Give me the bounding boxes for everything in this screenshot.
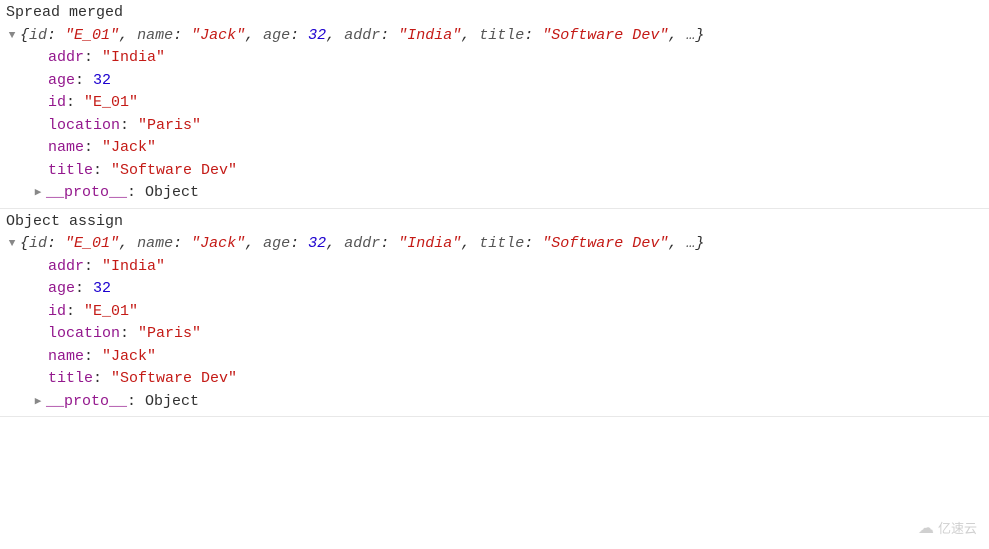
proto-key: __proto__ bbox=[46, 182, 127, 205]
object-property-row[interactable]: name: "Jack" bbox=[0, 346, 989, 369]
proto-value: Object bbox=[145, 182, 199, 205]
object-summary-text: {id: "E_01", name: "Jack", age: 32, addr… bbox=[20, 233, 704, 256]
summary-key: title bbox=[479, 235, 524, 252]
summary-key: addr bbox=[344, 235, 380, 252]
label-text: Object assign bbox=[6, 213, 123, 230]
object-property-row[interactable]: title: "Software Dev" bbox=[0, 160, 989, 183]
summary-value: "E_01" bbox=[65, 27, 119, 44]
property-value: "India" bbox=[102, 47, 165, 70]
property-value: "Software Dev" bbox=[111, 160, 237, 183]
console-log-label: Spread merged bbox=[0, 2, 989, 25]
summary-key: addr bbox=[344, 27, 380, 44]
property-key: age bbox=[48, 278, 75, 301]
proto-key: __proto__ bbox=[46, 391, 127, 414]
property-key: name bbox=[48, 137, 84, 160]
watermark: ☁ 亿速云 bbox=[918, 517, 977, 541]
summary-key: title bbox=[479, 27, 524, 44]
summary-value: 32 bbox=[308, 235, 326, 252]
summary-value: "Software Dev" bbox=[542, 27, 668, 44]
watermark-text: 亿速云 bbox=[938, 519, 977, 539]
object-property-row[interactable]: id: "E_01" bbox=[0, 92, 989, 115]
object-property-row[interactable]: location: "Paris" bbox=[0, 323, 989, 346]
property-key: id bbox=[48, 92, 66, 115]
object-property-row[interactable]: name: "Jack" bbox=[0, 137, 989, 160]
property-value: "India" bbox=[102, 256, 165, 279]
property-key: name bbox=[48, 346, 84, 369]
object-summary-row[interactable]: {id: "E_01", name: "Jack", age: 32, addr… bbox=[0, 233, 989, 256]
summary-value: "Jack" bbox=[191, 235, 245, 252]
object-property-row[interactable]: addr: "India" bbox=[0, 47, 989, 70]
property-key: title bbox=[48, 160, 93, 183]
disclosure-triangle-icon[interactable] bbox=[32, 185, 44, 202]
label-text: Spread merged bbox=[6, 4, 123, 21]
summary-key: name bbox=[137, 27, 173, 44]
property-value: "Paris" bbox=[138, 323, 201, 346]
object-property-row[interactable]: location: "Paris" bbox=[0, 115, 989, 138]
object-summary-row[interactable]: {id: "E_01", name: "Jack", age: 32, addr… bbox=[0, 25, 989, 48]
console-log-label: Object assign bbox=[0, 211, 989, 234]
object-property-row[interactable]: id: "E_01" bbox=[0, 301, 989, 324]
property-key: location bbox=[48, 115, 120, 138]
summary-key: age bbox=[263, 235, 290, 252]
property-key: location bbox=[48, 323, 120, 346]
summary-key: id bbox=[29, 235, 47, 252]
property-value: "E_01" bbox=[84, 301, 138, 324]
object-property-row[interactable]: age: 32 bbox=[0, 70, 989, 93]
summary-key: age bbox=[263, 27, 290, 44]
property-value: "Jack" bbox=[102, 137, 156, 160]
summary-value: "Software Dev" bbox=[542, 235, 668, 252]
disclosure-triangle-icon[interactable] bbox=[32, 394, 44, 411]
disclosure-triangle-icon[interactable] bbox=[6, 236, 18, 253]
property-key: addr bbox=[48, 256, 84, 279]
object-proto-row[interactable]: __proto__: Object bbox=[0, 391, 989, 414]
watermark-icon: ☁ bbox=[918, 517, 934, 541]
object-property-row[interactable]: addr: "India" bbox=[0, 256, 989, 279]
console-log-block: Object assign {id: "E_01", name: "Jack", … bbox=[0, 209, 989, 418]
property-value: "Software Dev" bbox=[111, 368, 237, 391]
property-key: addr bbox=[48, 47, 84, 70]
property-value: 32 bbox=[93, 70, 111, 93]
property-value: "Jack" bbox=[102, 346, 156, 369]
property-key: title bbox=[48, 368, 93, 391]
object-proto-row[interactable]: __proto__: Object bbox=[0, 182, 989, 205]
console-log-block: Spread merged {id: "E_01", name: "Jack", … bbox=[0, 0, 989, 209]
property-value: "Paris" bbox=[138, 115, 201, 138]
summary-key: id bbox=[29, 27, 47, 44]
object-summary-text: {id: "E_01", name: "Jack", age: 32, addr… bbox=[20, 25, 704, 48]
summary-value: "Jack" bbox=[191, 27, 245, 44]
property-value: 32 bbox=[93, 278, 111, 301]
summary-value: "E_01" bbox=[65, 235, 119, 252]
property-key: age bbox=[48, 70, 75, 93]
summary-value: "India" bbox=[398, 27, 461, 44]
console-output: Spread merged {id: "E_01", name: "Jack", … bbox=[0, 0, 989, 417]
summary-ellipsis: … bbox=[686, 235, 695, 252]
summary-value: 32 bbox=[308, 27, 326, 44]
summary-value: "India" bbox=[398, 235, 461, 252]
proto-value: Object bbox=[145, 391, 199, 414]
disclosure-triangle-icon[interactable] bbox=[6, 28, 18, 45]
property-key: id bbox=[48, 301, 66, 324]
summary-key: name bbox=[137, 235, 173, 252]
object-property-row[interactable]: age: 32 bbox=[0, 278, 989, 301]
property-value: "E_01" bbox=[84, 92, 138, 115]
summary-ellipsis: … bbox=[686, 27, 695, 44]
object-property-row[interactable]: title: "Software Dev" bbox=[0, 368, 989, 391]
